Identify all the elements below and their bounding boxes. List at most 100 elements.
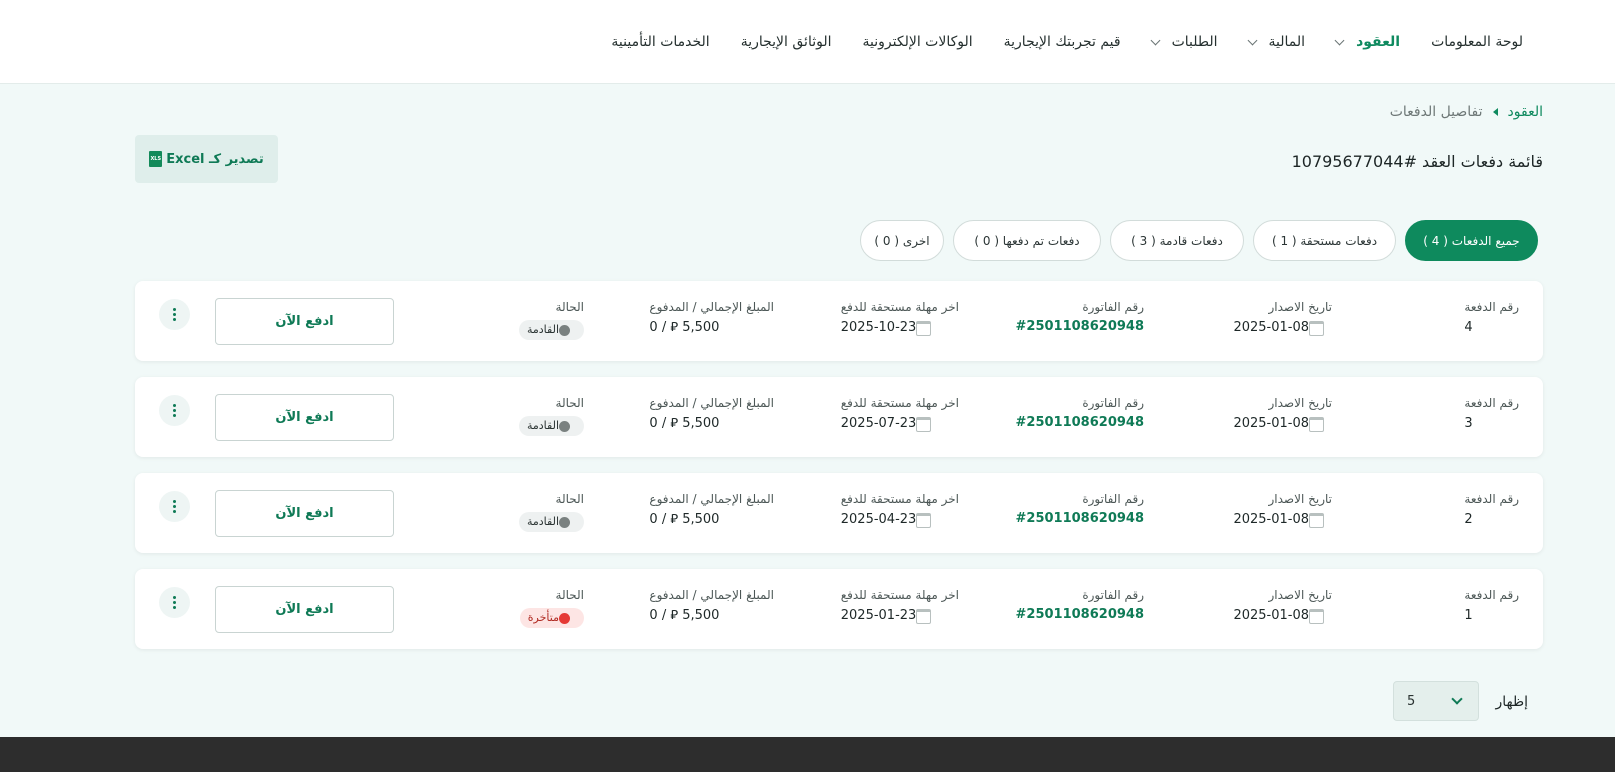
filter-upcoming[interactable]: دفعات قادمة ( 3 )	[1110, 220, 1244, 261]
payment-number-value: 1	[1464, 608, 1473, 623]
issue-date: تاريخ الاصدار 2025-01-08	[1233, 395, 1332, 432]
invoice-number-link[interactable]: #2501108620948	[1016, 415, 1144, 431]
more-options-icon[interactable]	[159, 299, 190, 330]
status-dot-icon	[559, 612, 570, 624]
top-navigation: لوحة المعلومات العقود المالية الطلبات قي…	[0, 0, 1615, 84]
invoice-number-link[interactable]: #2501108620948	[1016, 607, 1144, 623]
calendar-icon	[1309, 608, 1324, 624]
issue-date: تاريخ الاصدار 2025-01-08	[1233, 587, 1332, 624]
due-date-label: اخر مهلة مستحقة للدفع	[840, 588, 959, 602]
pay-now-button[interactable]: ادفع الآن	[215, 298, 394, 345]
due-date-label: اخر مهلة مستحقة للدفع	[840, 492, 959, 506]
nav-item-e-agencies[interactable]: الوكالات الإلكترونية	[863, 34, 973, 50]
payment-filters: جميع الدفعات ( 4 ) دفعات مستحقة ( 1 ) دف…	[851, 220, 1538, 261]
status: الحالة متأخرة	[519, 587, 584, 628]
status-label: الحالة	[555, 588, 584, 602]
status-badge-text: القادمة	[526, 419, 559, 432]
footer	[0, 737, 1615, 772]
nav-item-contracts[interactable]: العقود	[1334, 34, 1400, 50]
calendar-icon	[916, 608, 932, 624]
breadcrumb-arrow-icon	[1492, 108, 1498, 116]
invoice-number: رقم الفاتورة #250110862094​8	[1016, 299, 1144, 335]
issue-date: تاريخ الاصدار 2025-01-08	[1233, 299, 1332, 336]
invoice-number-label: رقم الفاتورة	[1082, 396, 1144, 410]
nav-item-rate-experience[interactable]: قيم تجربتك الإيجارية	[1004, 34, 1121, 50]
invoice-number-link[interactable]: #250110862094​8	[1016, 319, 1144, 335]
status: الحالة القادمة	[518, 299, 584, 340]
filter-due[interactable]: دفعات مستحقة ( 1 )	[1253, 220, 1396, 261]
amount: المبلغ الإجمالي / المدفوع 5,500 ⃁ / 0	[649, 587, 774, 624]
nav-item-requests[interactable]: الطلبات	[1150, 34, 1218, 50]
status-badge: متأخرة	[519, 608, 584, 628]
status-badge-text: القادمة	[526, 515, 559, 528]
more-options-icon[interactable]	[159, 587, 190, 618]
pay-now-button[interactable]: ادفع الآن	[215, 490, 394, 537]
due-date-label: اخر مهلة مستحقة للدفع	[840, 300, 959, 314]
nav-item-finance[interactable]: المالية	[1247, 34, 1305, 50]
due-date-value: 2025-10-23	[840, 320, 917, 335]
payment-number-value: 3	[1464, 416, 1473, 431]
invoice-number: رقم الفاتورة #2501108620948	[1016, 491, 1144, 527]
chevron-down-icon	[1334, 35, 1345, 45]
breadcrumb: العقود تفاصيل الدفعات	[1390, 104, 1543, 120]
payment-number-value: 2	[1464, 512, 1473, 527]
due-date-label: اخر مهلة مستحقة للدفع	[840, 396, 959, 410]
status-dot-icon	[559, 324, 570, 336]
issue-date-label: تاريخ الاصدار	[1268, 588, 1333, 602]
export-label: تصدير كـ Excel	[166, 151, 264, 167]
amount-label: المبلغ الإجمالي / المدفوع	[649, 396, 774, 410]
invoice-number: رقم الفاتورة #2501108620948	[1016, 587, 1144, 623]
filter-paid[interactable]: دفعات تم دفعها ( 0 )	[953, 220, 1101, 261]
payment-number: رقم الدفعة 4	[1464, 299, 1519, 336]
nav-menu: لوحة المعلومات العقود المالية الطلبات قي…	[611, 0, 1523, 84]
filter-all[interactable]: جميع الدفعات ( 4 )	[1405, 220, 1538, 261]
issue-date-value: 2025-01-08	[1233, 416, 1309, 431]
invoice-number-link[interactable]: #2501108620948	[1016, 511, 1144, 527]
payment-card: رقم الدفعة 1 تاريخ الاصدار 2025-01-08 رقم ال…	[135, 569, 1543, 649]
breadcrumb-contracts-link[interactable]: العقود	[1508, 104, 1543, 120]
payment-card: رقم الدفعة 4 تاريخ الاصدار 2025-01-08 رقم ال…	[135, 281, 1543, 361]
status-label: الحالة	[555, 396, 584, 410]
amount-value: 5,500 ⃁ / 0	[649, 512, 720, 527]
page-title: قائمة دفعات العقد #10795677044	[1291, 152, 1543, 171]
filter-other[interactable]: اخرى ( 0 )	[860, 220, 944, 261]
payment-number: رقم الدفعة 1	[1464, 587, 1519, 624]
status-label: الحالة	[555, 492, 584, 506]
calendar-icon	[916, 320, 932, 336]
payment-number-label: رقم الدفعة	[1464, 300, 1519, 314]
amount-value: 5,500 ⃁ / 0	[649, 320, 720, 335]
nav-item-dashboard[interactable]: لوحة المعلومات	[1431, 34, 1523, 50]
due-date-value: 2025-04-23	[840, 512, 917, 527]
status-dot-icon	[559, 420, 570, 432]
excel-file-icon: XLS	[149, 151, 163, 167]
more-options-icon[interactable]	[159, 491, 190, 522]
status-badge-text: متأخرة	[527, 611, 559, 624]
calendar-icon	[916, 416, 932, 432]
pay-now-button[interactable]: ادفع الآن	[215, 586, 394, 633]
due-date: اخر مهلة مستحقة للدفع 2025-04-23	[841, 491, 959, 528]
issue-date-value: 2025-01-08	[1233, 512, 1309, 527]
pay-now-button[interactable]: ادفع الآن	[215, 394, 394, 441]
amount-label: المبلغ الإجمالي / المدفوع	[649, 492, 774, 506]
amount-label: المبلغ الإجمالي / المدفوع	[649, 300, 774, 314]
payment-number-label: رقم الدفعة	[1464, 588, 1519, 602]
payment-number-label: رقم الدفعة	[1464, 492, 1519, 506]
due-date: اخر مهلة مستحقة للدفع 2025-07-23	[841, 395, 959, 432]
amount-label: المبلغ الإجمالي / المدفوع	[649, 588, 774, 602]
nav-item-insurance-services[interactable]: الخدمات التأمينية	[611, 34, 709, 50]
status: الحالة القادمة	[518, 395, 584, 436]
invoice-number-label: رقم الفاتورة	[1082, 300, 1144, 314]
status-badge: القادمة	[518, 320, 584, 340]
breadcrumb-current: تفاصيل الدفعات	[1389, 104, 1483, 120]
export-excel-button[interactable]: تصدير كـ Excel XLS	[135, 135, 278, 183]
chevron-down-icon	[1150, 35, 1161, 45]
status: الحالة القادمة	[518, 491, 584, 532]
page-size-select[interactable]: 5	[1393, 681, 1479, 721]
page-size-value: 5	[1407, 693, 1416, 709]
nav-item-rental-documents[interactable]: الوثائق الإيجارية	[741, 34, 832, 50]
issue-date-label: تاريخ الاصدار	[1268, 396, 1333, 410]
issue-date-value: 2025-01-08	[1233, 320, 1309, 335]
payment-card: رقم الدفعة 2 تاريخ الاصدار 2025-01-08 رقم ال…	[135, 473, 1543, 553]
more-options-icon[interactable]	[159, 395, 190, 426]
payment-number: رقم الدفعة 3	[1464, 395, 1519, 432]
